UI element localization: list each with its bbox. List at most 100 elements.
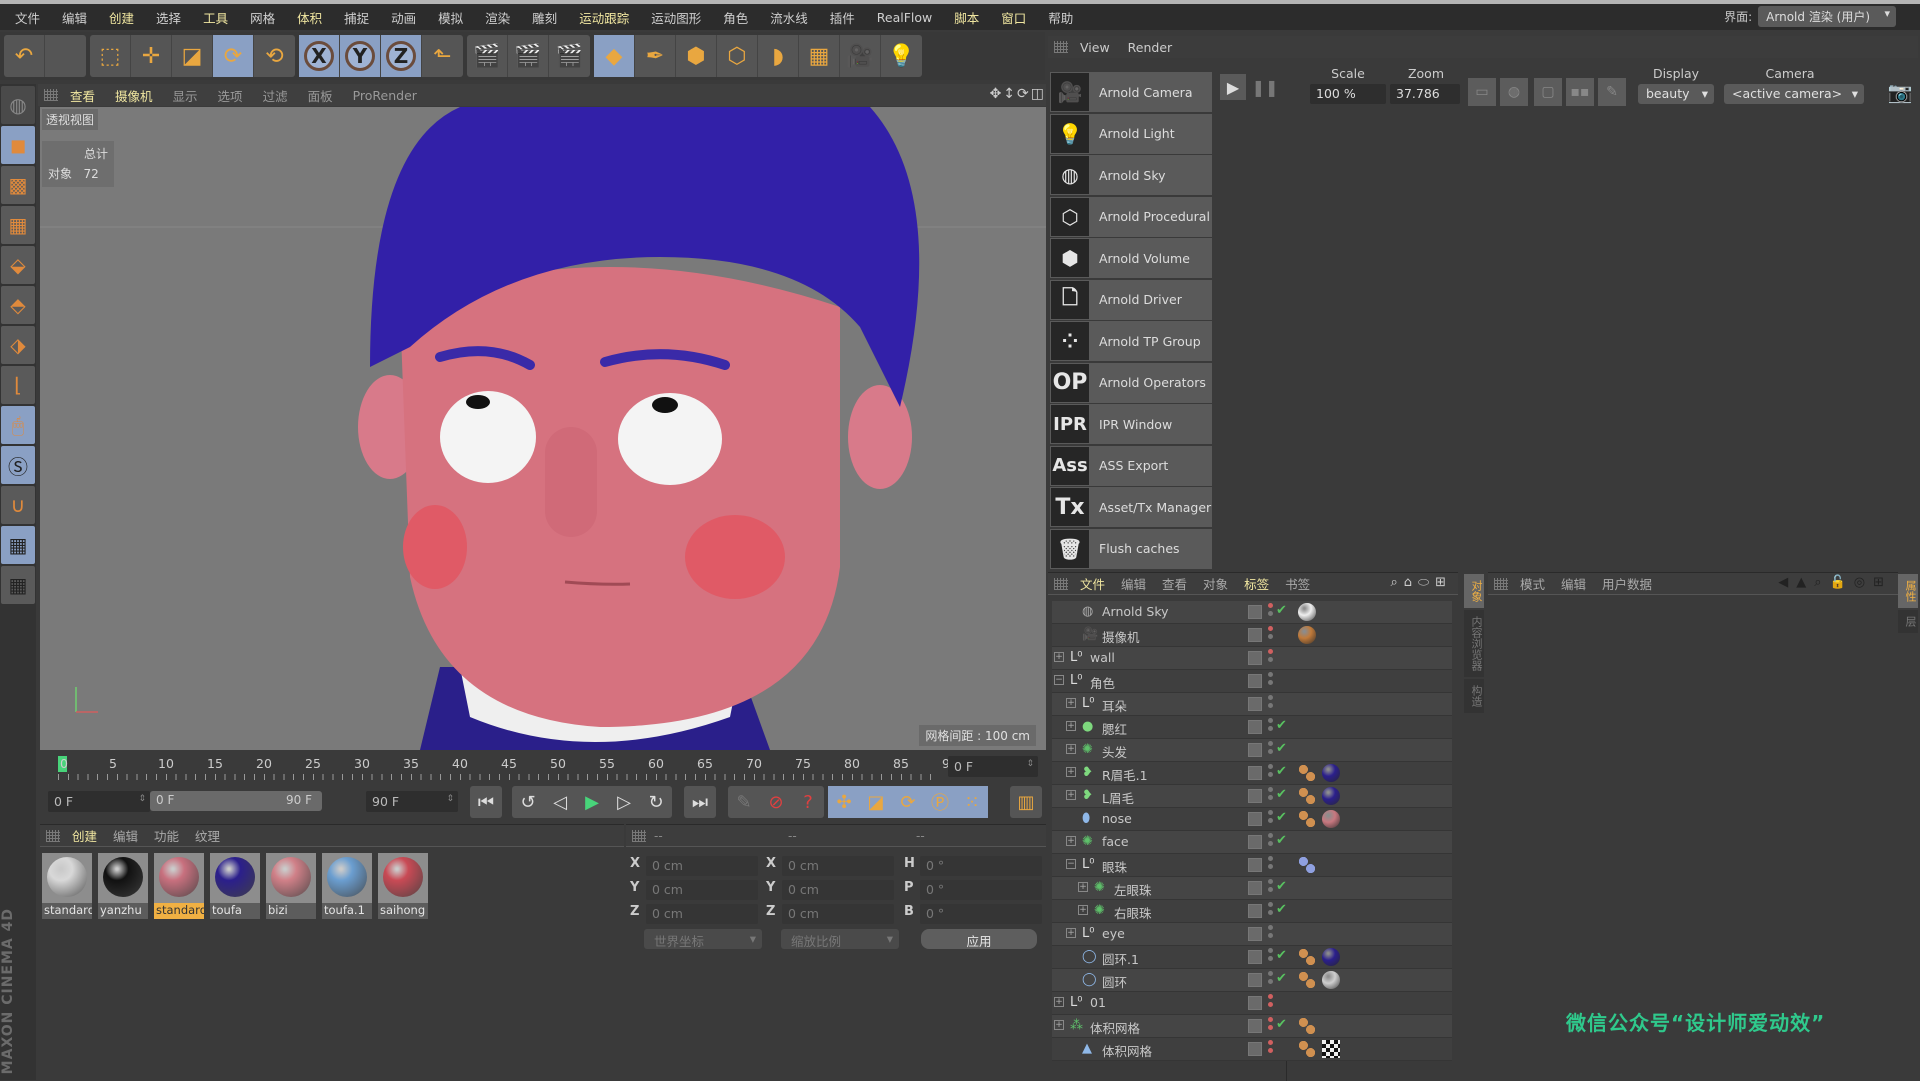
arnold-shelf-item[interactable]: ⬢ Arnold Volume [1050, 238, 1212, 278]
expand-icon[interactable]: + [1078, 905, 1088, 915]
enabled-check-icon[interactable]: ✔ [1276, 787, 1287, 802]
undo-icon[interactable]: ↶ [4, 35, 45, 77]
layer-icon[interactable] [1248, 697, 1262, 711]
texture-mode-icon[interactable]: ▩ [1, 166, 35, 204]
cube-icon[interactable]: ◆ [594, 35, 635, 77]
enabled-check-icon[interactable]: ✔ [1276, 810, 1287, 825]
panel-grip-icon[interactable] [1054, 41, 1068, 53]
menu-item[interactable]: 创建 [98, 8, 145, 27]
previous-frame-button[interactable]: ◁ [544, 786, 576, 818]
redo-icon[interactable] [45, 35, 86, 77]
viewport-menu-item[interactable]: 摄像机 [115, 86, 153, 105]
layer-icon[interactable] [1248, 927, 1262, 941]
arnold-shelf-item[interactable]: 💡 Arnold Light [1050, 113, 1212, 154]
render-view-icon[interactable]: 🎬 [467, 35, 508, 77]
axis-mode-icon[interactable]: ⌊ [1, 366, 35, 404]
object-row[interactable]: ◯ 圆环.1 ✔ [1052, 946, 1452, 969]
arnold-shelf-item[interactable]: 🎥 Arnold Camera [1050, 72, 1212, 112]
visibility-dots[interactable] [1268, 833, 1274, 851]
material-swatch[interactable]: toufa.1 [322, 853, 372, 919]
coordinate-field[interactable]: 0 ° [920, 904, 1042, 924]
object-name[interactable]: 体积网格 [1090, 1018, 1140, 1037]
arnold-shelf-item[interactable]: OP Arnold Operators [1050, 362, 1212, 403]
object-manager-menu-item[interactable]: 对象 [1203, 574, 1228, 593]
object-manager-menu-item[interactable]: 查看 [1162, 574, 1187, 593]
menu-item[interactable]: 动画 [380, 8, 427, 27]
layer-icon[interactable] [1248, 881, 1262, 895]
menu-item[interactable]: 插件 [819, 8, 866, 27]
menu-item[interactable]: 模拟 [427, 8, 474, 27]
material-tag-icon[interactable] [1298, 626, 1316, 644]
visibility-dots[interactable] [1268, 925, 1274, 943]
visibility-dots[interactable] [1268, 1040, 1274, 1058]
edge-mode-icon[interactable]: ⬘ [1, 286, 35, 324]
material-tag-icon[interactable] [1322, 948, 1340, 966]
arnold-menu-item[interactable]: View [1080, 40, 1110, 55]
viewport-menu-item[interactable]: 显示 [173, 86, 198, 105]
layer-icon[interactable] [1248, 812, 1262, 826]
material-swatch[interactable]: standard [154, 853, 204, 919]
enabled-check-icon[interactable]: ✔ [1276, 741, 1287, 756]
object-name[interactable]: 耳朵 [1102, 696, 1127, 715]
material-swatch[interactable]: bizi [266, 853, 316, 919]
current-frame-field[interactable]: 0 F [948, 756, 1038, 777]
layer-icon[interactable] [1248, 1042, 1262, 1056]
points-mode-icon[interactable]: ◍ [1, 86, 35, 124]
end-frame-field[interactable]: 90 F [366, 791, 458, 812]
object-name[interactable]: R眉毛.1 [1102, 765, 1148, 784]
object-manager-menu-item[interactable]: 书签 [1285, 574, 1310, 593]
object-row[interactable]: + ● 腮红 ✔ [1052, 716, 1452, 739]
visibility-dots[interactable] [1268, 764, 1274, 782]
enabled-check-icon[interactable]: ✔ [1276, 603, 1287, 618]
viewport-menu-item[interactable]: 查看 [70, 86, 95, 105]
expand-icon[interactable]: + [1066, 698, 1076, 708]
menu-item[interactable]: 帮助 [1037, 8, 1084, 27]
material-tag-icon[interactable] [1322, 764, 1340, 782]
menu-item[interactable]: 运动图形 [640, 8, 712, 27]
object-name[interactable]: 摄像机 [1102, 627, 1140, 646]
layer-icon[interactable] [1248, 743, 1262, 757]
coordinate-mode-dropdown[interactable]: 世界坐标 [644, 929, 762, 949]
arnold-shelf-item[interactable]: Tx Asset/Tx Manager [1050, 487, 1212, 527]
menu-item[interactable]: 角色 [712, 8, 759, 27]
arnold-shelf-item[interactable]: 🗑 Flush caches [1050, 528, 1212, 569]
record-rotation-button[interactable]: ⟳ [892, 786, 924, 818]
side-tab[interactable]: 对象 [1464, 574, 1484, 608]
arnold-shelf-item[interactable]: ◍ Arnold Sky [1050, 155, 1212, 195]
menu-item[interactable]: 脚本 [943, 8, 990, 27]
point-mode-icon[interactable]: ⬙ [1, 246, 35, 284]
compare-icon[interactable]: ▪▪ [1566, 78, 1594, 106]
layer-icon[interactable] [1248, 996, 1262, 1010]
menu-item[interactable]: 窗口 [990, 8, 1037, 27]
viewport-menu-item[interactable]: 选项 [218, 86, 243, 105]
object-name[interactable]: 左眼珠 [1114, 880, 1152, 899]
scale-mode-dropdown[interactable]: 缩放比例 [781, 929, 899, 949]
layer-icon[interactable] [1248, 651, 1262, 665]
layer-icon[interactable] [1248, 973, 1262, 987]
object-row[interactable]: + ❥ R眉毛.1 ✔ [1052, 762, 1452, 785]
arnold-shelf-item[interactable]: 🗋 Arnold Driver [1050, 279, 1212, 320]
apply-button[interactable]: 应用 [921, 929, 1037, 949]
autokey-icon[interactable]: ✎ [728, 786, 760, 818]
visibility-dots[interactable] [1268, 718, 1274, 736]
coordinate-field[interactable]: 0 ° [920, 856, 1042, 876]
expand-icon[interactable]: + [1066, 790, 1076, 800]
camera-dropdown[interactable]: <active camera> [1724, 84, 1864, 104]
layer-icon[interactable] [1248, 720, 1262, 734]
side-tab[interactable]: 属性 [1898, 574, 1918, 608]
timeline-ruler[interactable]: 051015202530354045505560657075808590 [48, 750, 958, 782]
camera-icon[interactable]: 🎥 [840, 35, 881, 77]
material-swatch[interactable]: saihong [378, 853, 428, 919]
visibility-dots[interactable] [1268, 603, 1274, 621]
attribute-menu-item[interactable]: 模式 [1520, 574, 1545, 593]
record-parameter-button[interactable]: Ⓟ [924, 786, 956, 818]
expand-icon[interactable]: + [1066, 836, 1076, 846]
enabled-check-icon[interactable]: ✔ [1276, 833, 1287, 848]
ik-tag-icon[interactable] [1298, 856, 1316, 874]
visibility-dots[interactable] [1268, 902, 1274, 920]
render-to-picture-viewer-icon[interactable]: 🎬 [508, 35, 549, 77]
object-name[interactable]: Arnold Sky [1102, 604, 1169, 619]
object-row[interactable]: − L⁰ 角色 [1052, 670, 1452, 693]
expand-icon[interactable]: + [1066, 928, 1076, 938]
visibility-dots[interactable] [1268, 695, 1274, 713]
